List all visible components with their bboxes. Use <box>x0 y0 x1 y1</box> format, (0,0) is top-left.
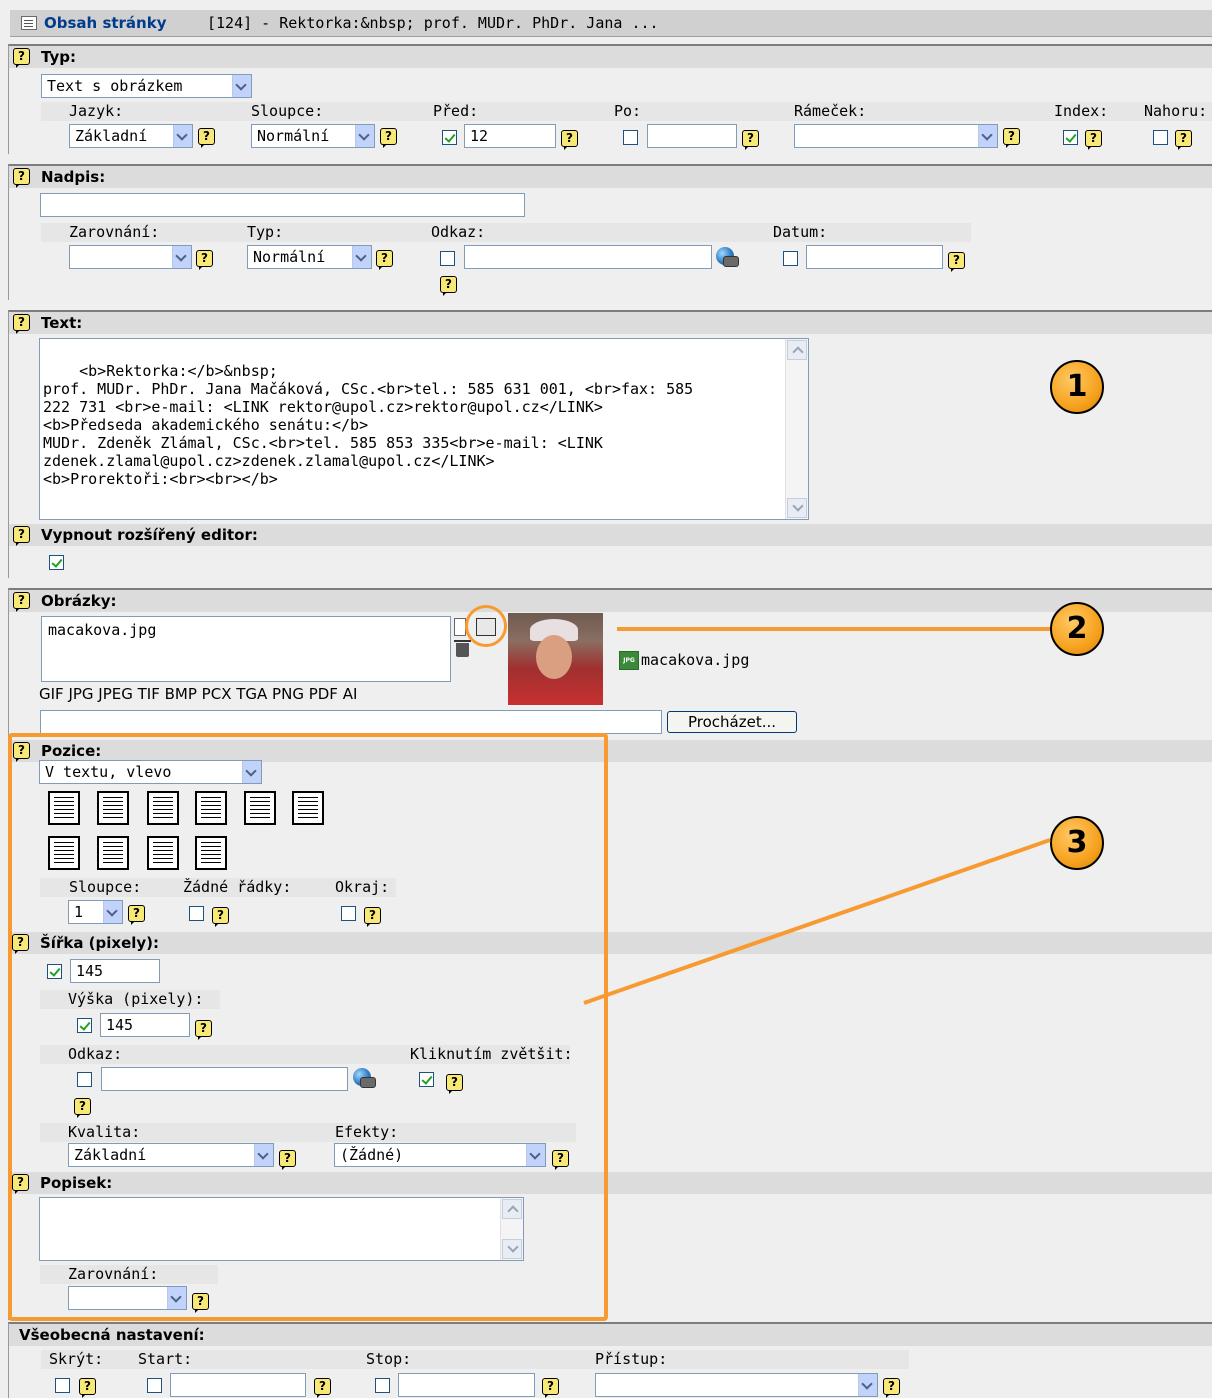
annotation-line-3 <box>583 838 1051 1005</box>
